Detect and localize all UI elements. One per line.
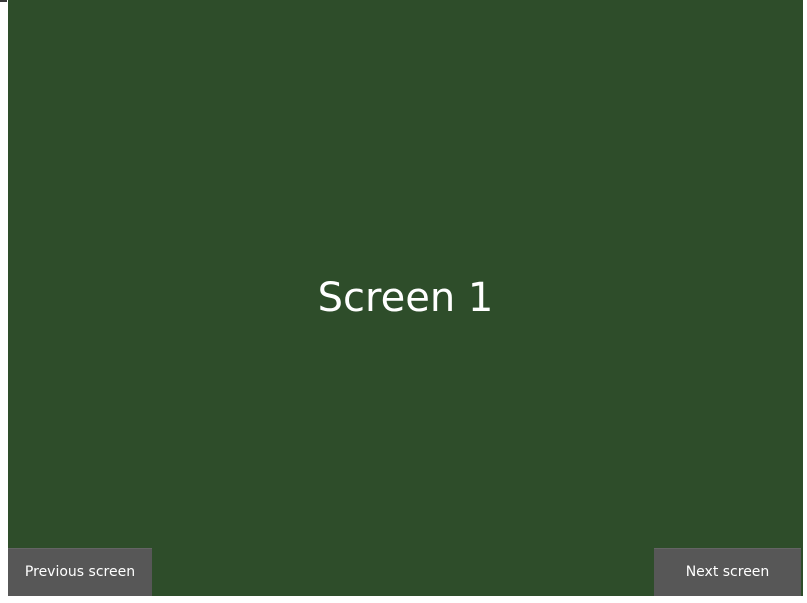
- corner-marker: [0, 0, 7, 2]
- next-screen-button[interactable]: Next screen: [654, 548, 801, 596]
- screen-viewport: Screen 1 Previous screen Next screen: [8, 0, 803, 596]
- previous-screen-button[interactable]: Previous screen: [8, 548, 152, 596]
- screen-title: Screen 1: [317, 275, 494, 321]
